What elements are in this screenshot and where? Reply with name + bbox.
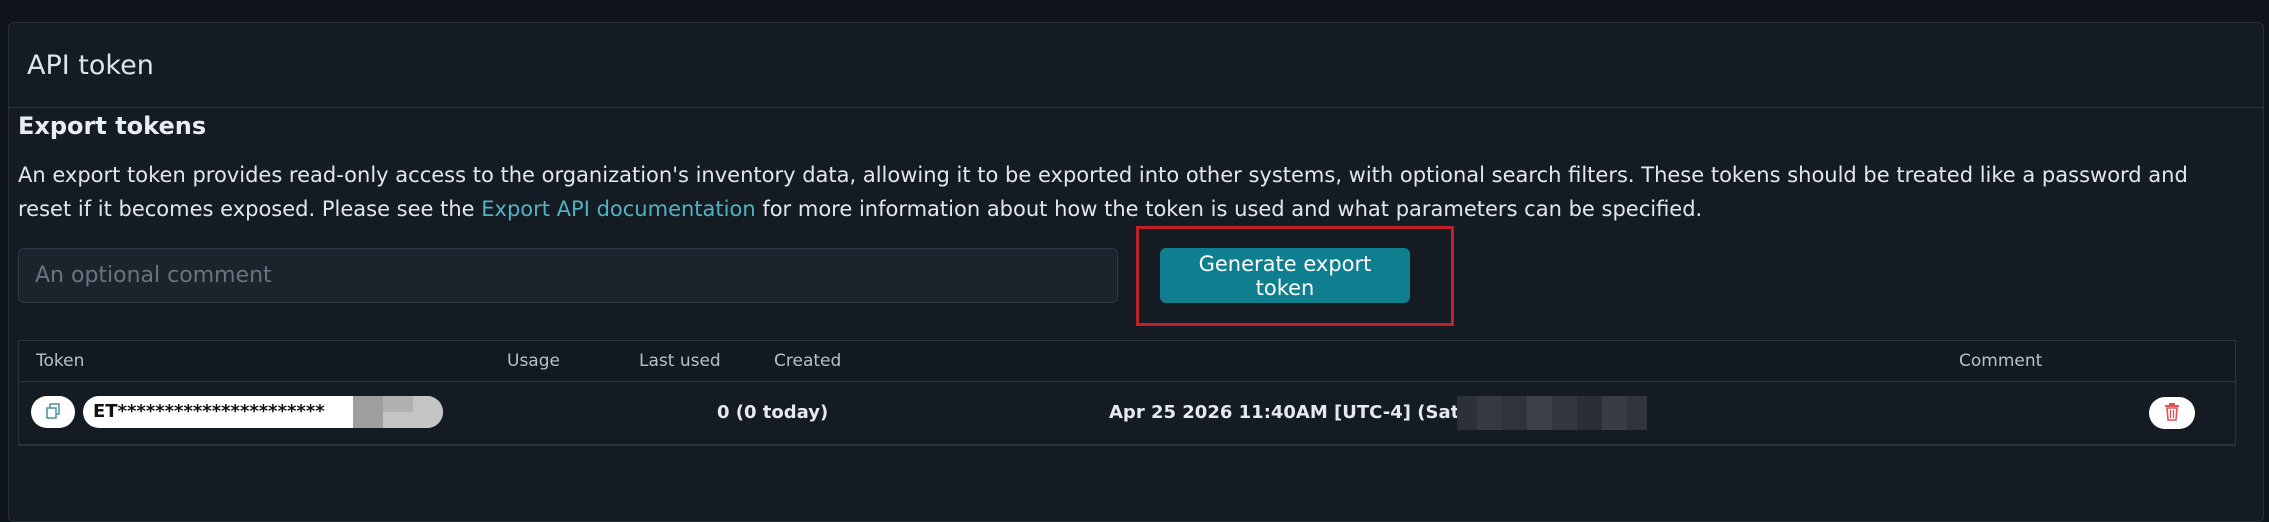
- token-value: ET**********************: [83, 396, 443, 428]
- header-usage: Usage: [507, 351, 560, 371]
- copy-icon: [45, 402, 61, 422]
- generate-export-token-button[interactable]: Generate export token: [1160, 248, 1410, 303]
- token-text: ET**********************: [93, 401, 325, 422]
- header-last-used: Last used: [639, 351, 721, 371]
- header-comment: Comment: [1959, 351, 2043, 371]
- table-header: Token Usage Last used Created Comment: [19, 341, 2235, 382]
- redaction-block: [383, 396, 413, 412]
- delete-token-button[interactable]: [2149, 397, 2195, 429]
- created-value: Apr 25 2026 11:40AM [UTC-4] (Sat) by: [1109, 402, 1499, 423]
- trash-icon: [2164, 402, 2180, 424]
- panel-header: API token: [9, 23, 2263, 108]
- description-text-2: for more information about how the token…: [755, 197, 1703, 221]
- tokens-table: Token Usage Last used Created Comment ET…: [18, 340, 2236, 446]
- redaction-block: [353, 396, 383, 428]
- header-created: Created: [774, 351, 842, 371]
- redacted-user: [1457, 396, 1647, 430]
- copy-token-button[interactable]: [31, 396, 75, 428]
- table-row: ET********************** 0 (0 today) Apr…: [19, 382, 2235, 445]
- header-token: Token: [36, 351, 85, 371]
- export-api-doc-link[interactable]: Export API documentation: [481, 197, 755, 221]
- panel-title: API token: [27, 49, 154, 81]
- usage-value: 0 (0 today): [717, 402, 829, 423]
- section-title: Export tokens: [18, 112, 207, 140]
- comment-input[interactable]: [18, 248, 1118, 303]
- export-description: An export token provides read-only acces…: [18, 158, 2208, 226]
